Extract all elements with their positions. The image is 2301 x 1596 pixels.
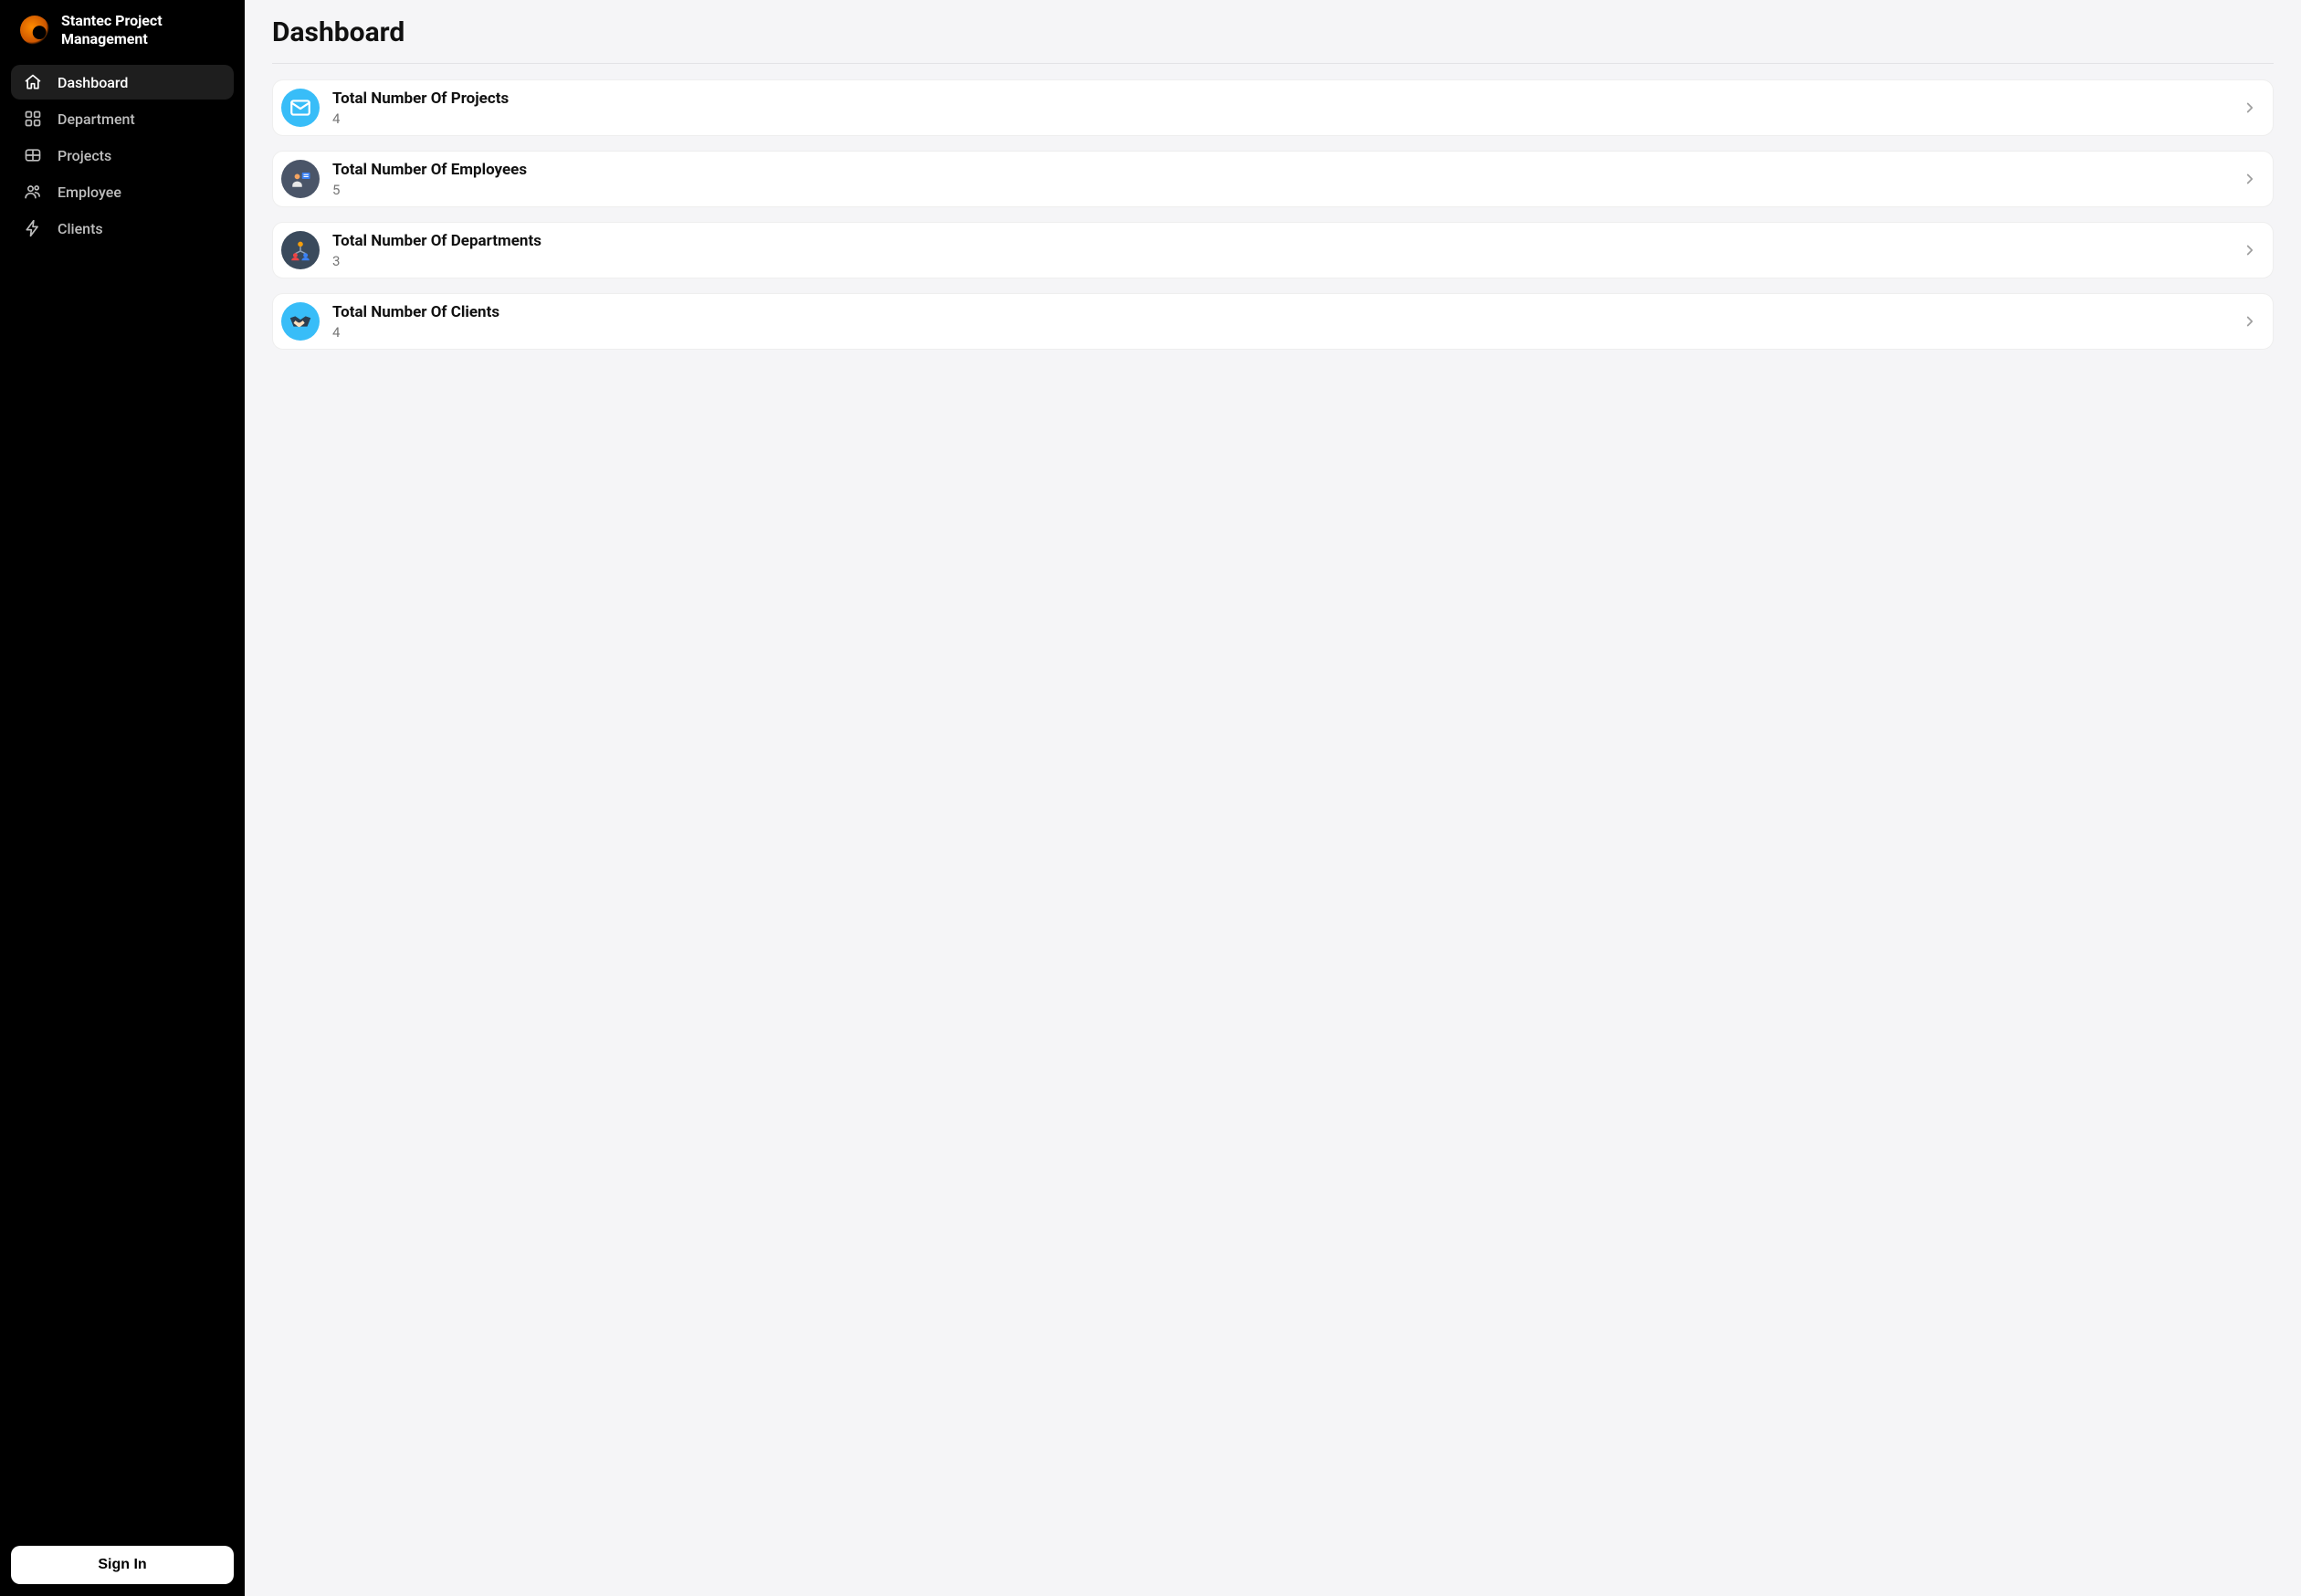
chevron-right-icon xyxy=(2242,313,2258,330)
person-card-icon xyxy=(281,160,320,198)
sidebar-nav: Dashboard Department Projects Employee C… xyxy=(11,65,234,1546)
sidebar-item-projects[interactable]: Projects xyxy=(11,138,234,173)
card-body: Total Number Of Projects 4 xyxy=(332,89,2229,126)
main-content: Dashboard Total Number Of Projects 4 Tot… xyxy=(245,0,2301,1596)
handshake-icon xyxy=(281,302,320,341)
org-icon xyxy=(281,231,320,269)
sidebar-item-employee[interactable]: Employee xyxy=(11,174,234,209)
sidebar-item-dashboard[interactable]: Dashboard xyxy=(11,65,234,100)
card-body: Total Number Of Employees 5 xyxy=(332,160,2229,197)
chevron-right-icon xyxy=(2242,171,2258,187)
sidebar: Stantec Project Management Dashboard Dep… xyxy=(0,0,245,1596)
card-title: Total Number Of Projects xyxy=(332,89,2229,109)
card-value: 4 xyxy=(332,110,2229,127)
sidebar-item-label: Department xyxy=(58,110,135,128)
card-title: Total Number Of Clients xyxy=(332,302,2229,322)
sidebar-item-department[interactable]: Department xyxy=(11,101,234,136)
sidebar-item-label: Dashboard xyxy=(58,74,128,91)
brand-title: Stantec Project Management xyxy=(61,12,225,48)
chevron-right-icon xyxy=(2242,242,2258,258)
home-icon xyxy=(24,73,42,91)
mail-icon xyxy=(281,89,320,127)
sidebar-item-label: Employee xyxy=(58,184,121,201)
card-value: 5 xyxy=(332,182,2229,198)
users-icon xyxy=(24,183,42,201)
card-title: Total Number Of Employees xyxy=(332,160,2229,180)
sign-in-button[interactable]: Sign In xyxy=(11,1546,234,1584)
card-value: 4 xyxy=(332,324,2229,341)
card-value: 3 xyxy=(332,253,2229,269)
brand: Stantec Project Management xyxy=(11,12,234,65)
brand-logo-icon xyxy=(20,16,49,45)
chevron-right-icon xyxy=(2242,100,2258,116)
sidebar-item-label: Projects xyxy=(58,147,111,164)
dashboard-cards: Total Number Of Projects 4 Total Number … xyxy=(272,79,2274,350)
sidebar-item-clients[interactable]: Clients xyxy=(11,211,234,246)
card-departments[interactable]: Total Number Of Departments 3 xyxy=(272,222,2274,278)
card-title: Total Number Of Departments xyxy=(332,231,2229,251)
card-employees[interactable]: Total Number Of Employees 5 xyxy=(272,151,2274,207)
sidebar-item-label: Clients xyxy=(58,220,103,237)
card-body: Total Number Of Departments 3 xyxy=(332,231,2229,268)
bolt-icon xyxy=(24,219,42,237)
card-clients[interactable]: Total Number Of Clients 4 xyxy=(272,293,2274,350)
card-body: Total Number Of Clients 4 xyxy=(332,302,2229,340)
layers-icon xyxy=(24,146,42,164)
card-projects[interactable]: Total Number Of Projects 4 xyxy=(272,79,2274,136)
grid-icon xyxy=(24,110,42,128)
page-title: Dashboard xyxy=(272,16,2274,64)
